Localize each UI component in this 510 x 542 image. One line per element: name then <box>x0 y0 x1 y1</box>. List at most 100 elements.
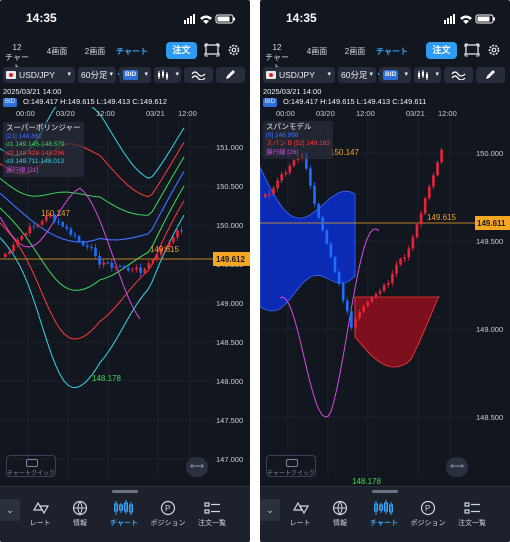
timeframe-selector[interactable]: 60分足 ▾ <box>78 67 116 83</box>
chart-quick-label: チャートクイック <box>7 471 55 477</box>
candle-body <box>419 213 423 225</box>
candle-body <box>135 267 138 270</box>
price-type-selector[interactable]: BID ▾ <box>379 67 411 83</box>
indicator-selector[interactable]: ▾ <box>154 67 181 83</box>
indicator-legend[interactable]: スーパーボリンジャー [21] 148.862 σ1 149.145-148.5… <box>3 122 84 177</box>
candle-body <box>36 224 40 227</box>
candle-body <box>329 243 333 258</box>
time-label: 00:00 <box>276 109 295 118</box>
candle-body <box>98 256 101 265</box>
chevron-down-icon: ▾ <box>175 71 179 78</box>
price-label: 150.500 <box>216 182 243 191</box>
candle-body <box>131 269 134 271</box>
nav-position[interactable]: P ポジション <box>406 500 450 530</box>
order-button[interactable]: 注文 <box>426 42 457 59</box>
nav-rate[interactable]: レート <box>278 500 322 530</box>
bid-badge: BID <box>123 70 139 80</box>
candle-body <box>358 311 361 319</box>
symbol-selector[interactable]: USD/JPY ▾ <box>3 67 75 83</box>
compare-button[interactable] <box>444 67 473 83</box>
expand-icon[interactable]: ⟷ <box>446 457 468 477</box>
time-label: 00:00 <box>16 109 35 118</box>
candle-body <box>81 241 85 246</box>
ohlc-values: O:149.417 H:149.615 L:149.413 C:149.611 <box>283 97 427 106</box>
candle-body <box>366 301 370 307</box>
legend-row-sigma2: σ2 149.428-148.296 <box>6 149 65 157</box>
draw-button[interactable] <box>216 67 245 83</box>
bottom-nav: ⌄ レート 情報 チャート P ポジション 注文一覧 <box>0 486 250 542</box>
price-label: 148.500 <box>216 338 243 347</box>
timeframe-label: 60分足 <box>81 70 108 80</box>
low-marker: 148.178 <box>92 374 121 383</box>
status-icons <box>444 14 495 24</box>
draw-button[interactable] <box>476 67 505 83</box>
bid-tag: BID <box>263 98 278 107</box>
bid-badge: BID <box>383 70 399 80</box>
candle-body <box>12 245 15 252</box>
collapse-icon[interactable]: ⌄ <box>260 499 280 521</box>
indicator-legend[interactable]: スパンモデル [9] 148.998 スパン B [52] 149.163 遅行… <box>263 121 333 159</box>
candle-body <box>106 262 110 264</box>
price-label: 149.000 <box>216 299 243 308</box>
price-chart[interactable]: 00:00 03/20 12:00 03/21 12:00 150.000 149.500 1… <box>260 107 510 490</box>
chart-quick-button[interactable]: チャートクイック <box>266 455 316 477</box>
candle-body <box>321 217 324 231</box>
screen-icon[interactable] <box>204 43 220 57</box>
rate-icon <box>292 501 310 515</box>
order-button[interactable]: 注文 <box>166 42 197 59</box>
nav-chart[interactable]: チャート <box>102 500 146 530</box>
candle-body <box>284 172 288 175</box>
status-time: 14:35 <box>286 11 317 25</box>
drag-handle[interactable] <box>112 490 138 493</box>
gear-icon[interactable] <box>486 43 502 57</box>
timeframe-selector[interactable]: 60分足 ▾ <box>338 67 376 83</box>
candle-body <box>4 253 7 257</box>
chevron-down-icon: ▾ <box>144 71 148 78</box>
price-label: 150.000 <box>216 221 243 230</box>
current-price: 149.611 <box>477 219 506 228</box>
bid-tag: BID <box>3 98 18 107</box>
nav-order-list[interactable]: 注文一覧 <box>190 500 234 530</box>
price-type-selector[interactable]: BID ▾ <box>119 67 151 83</box>
chart-quick-icon <box>26 459 38 467</box>
legend-row-sigma1: σ1 149.145-148.579 <box>6 141 65 148</box>
price-label: 151.000 <box>216 143 243 152</box>
symbol-selector[interactable]: USD/JPY ▾ <box>263 67 335 83</box>
nav-position[interactable]: P ポジション <box>146 500 190 530</box>
candle-body <box>374 293 378 298</box>
candle-body <box>8 251 11 254</box>
candle-body <box>280 174 283 181</box>
candle-body <box>264 194 267 197</box>
price-label: 148.500 <box>476 413 503 422</box>
expand-icon[interactable]: ⟷ <box>186 457 208 477</box>
gear-icon[interactable] <box>226 43 242 57</box>
candle-body <box>90 247 93 249</box>
candle-body <box>276 180 279 189</box>
screen-icon[interactable] <box>464 43 480 57</box>
candle-body <box>122 266 126 268</box>
candle-body <box>94 247 97 257</box>
chart-quick-button[interactable]: チャートクイック <box>6 455 56 477</box>
nav-chart-label: チャート <box>370 520 398 527</box>
candle-body <box>86 245 89 248</box>
nav-chart[interactable]: チャート <box>362 500 406 530</box>
candle-body <box>102 262 105 265</box>
candle-body <box>176 230 179 238</box>
candle-body <box>391 273 394 283</box>
drag-handle[interactable] <box>372 490 398 493</box>
candle-body <box>378 290 382 294</box>
collapse-icon[interactable]: ⌄ <box>0 499 20 521</box>
indicator-selector[interactable]: ▾ <box>414 67 441 83</box>
candles-icon <box>114 500 133 515</box>
compare-button[interactable] <box>184 67 213 83</box>
nav-position-label: ポジション <box>150 520 186 527</box>
nav-rate[interactable]: レート <box>18 500 62 530</box>
tab-chart-label: チャート <box>376 47 408 56</box>
candle-body <box>57 221 60 223</box>
globe-icon <box>72 500 88 516</box>
nav-info[interactable]: 情報 <box>58 500 102 530</box>
nav-info[interactable]: 情報 <box>318 500 362 530</box>
order-list-icon <box>204 502 220 514</box>
timeframe-label: 60分足 <box>341 70 368 80</box>
nav-order-list[interactable]: 注文一覧 <box>450 500 494 530</box>
